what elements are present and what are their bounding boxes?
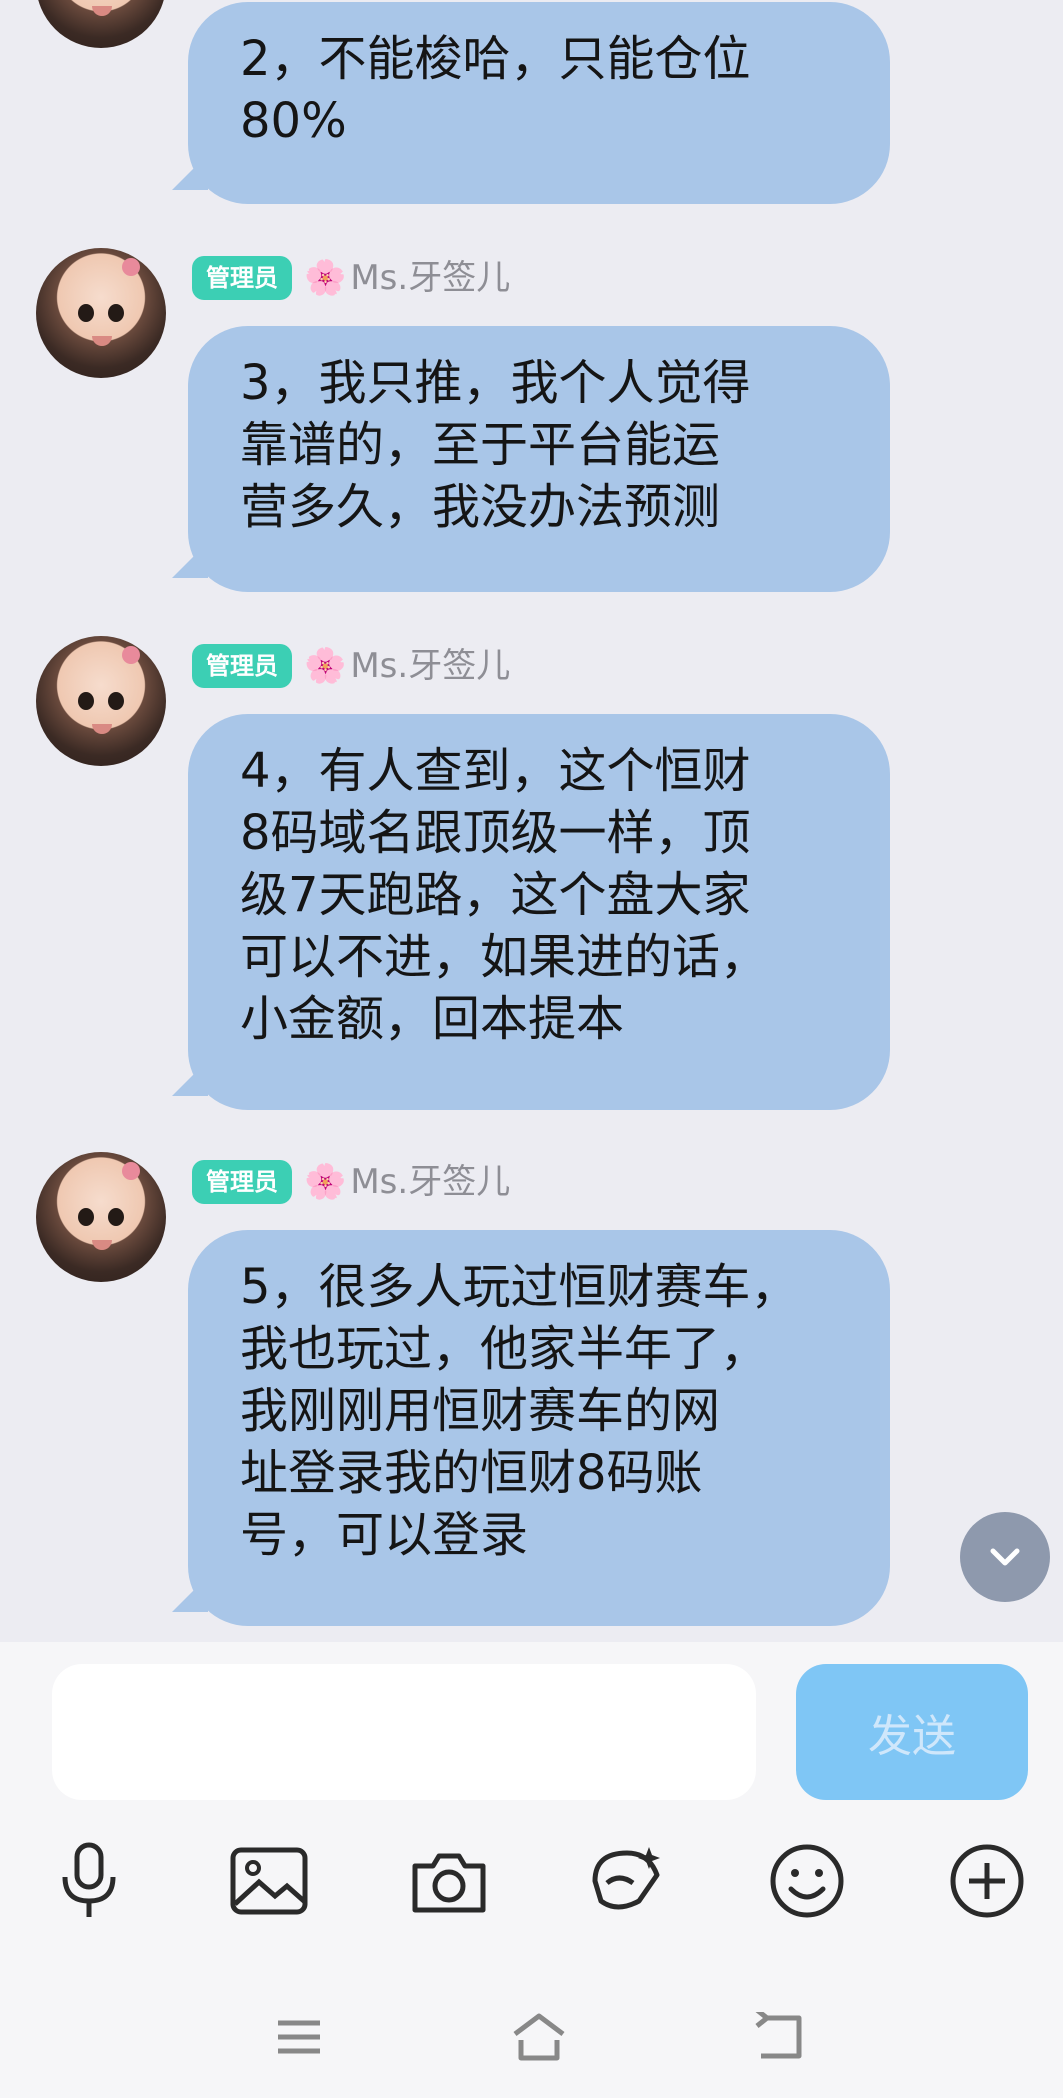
message-bubble[interactable]: 3，我只推，我个人觉得 靠谱的，至于平台能运 营多久，我没办法预测 — [188, 326, 890, 592]
composer-bar: 发送 — [0, 1642, 1063, 2098]
ai-sticker-button[interactable] — [582, 1836, 672, 1926]
image-button[interactable] — [224, 1836, 314, 1926]
menu-icon — [278, 2020, 320, 2054]
sender-nickname[interactable]: Ms.牙签儿 — [350, 642, 510, 690]
sender-info: 管理员 🌸 Ms.牙签儿 — [192, 1158, 510, 1206]
scroll-to-bottom-button[interactable] — [960, 1512, 1050, 1602]
system-navigation-bar — [0, 2002, 1063, 2082]
sender-info: 管理员 🌸 Ms.牙签儿 — [192, 254, 510, 302]
sender-info: 管理员 🌸 Ms.牙签儿 — [192, 642, 510, 690]
plus-button[interactable] — [942, 1836, 1032, 1926]
input-toolbar — [0, 1836, 1063, 1936]
avatar[interactable] — [36, 0, 166, 48]
microphone-icon — [62, 1842, 116, 1917]
home-icon — [513, 2013, 565, 2061]
menu-button[interactable] — [264, 2002, 334, 2072]
emoji-button[interactable] — [762, 1836, 852, 1926]
microphone-button[interactable] — [44, 1836, 134, 1926]
plus-icon — [950, 1844, 1024, 1918]
avatar[interactable] — [36, 636, 166, 766]
sender-nickname[interactable]: Ms.牙签儿 — [350, 254, 510, 302]
message-bubble[interactable]: 2，不能梭哈，只能仓位 80% — [188, 2, 890, 204]
image-icon — [230, 1847, 308, 1915]
avatar[interactable] — [36, 1152, 166, 1282]
emoji-icon — [770, 1844, 844, 1918]
message-bubble[interactable]: 4，有人查到，这个恒财 8码域名跟顶级一样，顶 级7天跑路，这个盘大家 可以不进… — [188, 714, 890, 1110]
flower-icon: 🌸 — [304, 258, 347, 298]
home-button[interactable] — [504, 2002, 574, 2072]
ai-sticker-icon — [592, 1847, 660, 1910]
flower-icon: 🌸 — [304, 1162, 347, 1202]
back-icon — [755, 2012, 802, 2059]
avatar[interactable] — [36, 248, 166, 378]
send-button[interactable]: 发送 — [796, 1664, 1028, 1800]
camera-button[interactable] — [404, 1836, 494, 1926]
back-button[interactable] — [744, 2002, 814, 2072]
flower-icon: 🌸 — [304, 646, 347, 686]
admin-badge: 管理员 — [192, 256, 292, 300]
admin-badge: 管理员 — [192, 644, 292, 688]
camera-icon — [412, 1853, 486, 1913]
sender-nickname[interactable]: Ms.牙签儿 — [350, 1158, 510, 1206]
message-input[interactable] — [52, 1664, 756, 1800]
admin-badge: 管理员 — [192, 1160, 292, 1204]
chevron-down-icon — [990, 1548, 1020, 1566]
message-bubble[interactable]: 5，很多人玩过恒财赛车， 我也玩过，他家半年了， 我刚刚用恒财赛车的网 址登录我… — [188, 1230, 890, 1626]
chat-message-list[interactable]: 2，不能梭哈，只能仓位 80% 管理员 🌸 Ms.牙签儿 3，我只推，我个人觉得… — [0, 0, 1063, 1642]
